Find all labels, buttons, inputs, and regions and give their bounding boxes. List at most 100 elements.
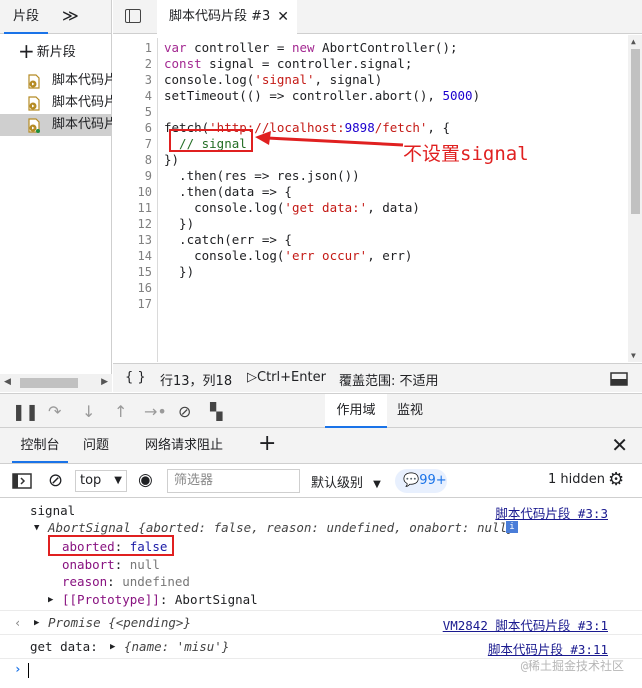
annotation-box-signal bbox=[169, 129, 253, 152]
expand-triangle-icon[interactable]: ▶ bbox=[34, 618, 39, 628]
step-icon[interactable]: →• bbox=[144, 402, 167, 421]
editor-vscrollbar[interactable]: ▲ ▼ bbox=[628, 35, 642, 362]
new-snippet-button[interactable]: + 新片段 bbox=[18, 40, 76, 62]
close-tab-icon[interactable]: ✕ bbox=[277, 0, 289, 34]
scroll-up-icon[interactable]: ▲ bbox=[631, 37, 636, 46]
tab-console[interactable]: 控制台 bbox=[12, 428, 68, 463]
context-value: top bbox=[80, 473, 102, 488]
code-line: setTimeout(() => controller.abort(), 500… bbox=[164, 88, 481, 103]
log-text: signal bbox=[30, 503, 76, 518]
property-value: undefined bbox=[122, 574, 190, 589]
scroll-thumb[interactable] bbox=[631, 49, 640, 214]
line-number: 1 bbox=[144, 41, 152, 55]
snippets-tabbar: 片段 ≫ bbox=[0, 0, 111, 34]
scroll-down-icon[interactable]: ▼ bbox=[631, 351, 636, 360]
toggle-navigator-icon[interactable] bbox=[125, 9, 141, 23]
editor-status-bar: { } 行13，列18 ▷Ctrl+Enter 覆盖范围: 不适用 bbox=[113, 363, 642, 392]
issues-count: 99+ bbox=[419, 473, 447, 488]
log-levels-dropdown[interactable]: 默认级别 ▼ bbox=[311, 472, 381, 491]
snippets-hscrollbar[interactable]: ◀ ▶ bbox=[0, 374, 112, 392]
annotation-label: 不设置signal bbox=[403, 143, 529, 165]
drawer-tabbar: 控制台 问题 网络请求阻止 + ✕ bbox=[0, 428, 642, 464]
expand-triangle-icon[interactable]: ▶ bbox=[48, 595, 53, 605]
chevron-down-icon: ▼ bbox=[373, 479, 381, 490]
property-value: AbortSignal bbox=[174, 592, 258, 607]
close-drawer-button[interactable]: ✕ bbox=[611, 433, 628, 457]
line-number: 7 bbox=[144, 137, 152, 151]
watermark: @稀土掘金技术社区 bbox=[520, 659, 624, 673]
tab-snippets[interactable]: 片段 bbox=[4, 0, 48, 34]
tab-label: 脚本代码片段 #3 bbox=[169, 9, 271, 24]
divider bbox=[0, 610, 642, 611]
text-cursor bbox=[28, 663, 29, 678]
pause-icon[interactable]: ❚❚ bbox=[12, 402, 39, 421]
property-key: onabort bbox=[62, 557, 115, 572]
info-icon[interactable]: i bbox=[506, 521, 518, 533]
issues-badge[interactable]: 💬99+ bbox=[395, 469, 447, 493]
line-number: 8 bbox=[144, 153, 152, 167]
chevron-down-icon: ▼ bbox=[114, 475, 122, 486]
snippet-label: 脚本代码片 bbox=[52, 117, 112, 132]
annotation-arrow-icon bbox=[255, 131, 404, 147]
property-key: reason bbox=[62, 574, 108, 589]
line-number: 15 bbox=[137, 265, 152, 279]
console-output: signal 脚本代码片段 #3:3 ▼ AbortSignal {aborte… bbox=[0, 498, 642, 688]
prompt-chevron-icon: › bbox=[14, 661, 22, 676]
line-number: 14 bbox=[137, 249, 152, 263]
run-shortcut-label: Ctrl+Enter bbox=[257, 370, 326, 385]
code-line: var controller = new AbortController(); bbox=[164, 40, 458, 55]
snippet-item-2[interactable]: 脚本代码片 bbox=[0, 92, 112, 114]
scroll-left-icon[interactable]: ◀ bbox=[4, 377, 11, 387]
cursor-position: 行13，列18 bbox=[160, 374, 233, 389]
line-number: 5 bbox=[144, 105, 152, 119]
tab-network-request-blocking[interactable]: 网络请求阻止 bbox=[145, 428, 223, 463]
annotation-box-aborted bbox=[48, 535, 174, 556]
log-levels-label: 默认级别 bbox=[311, 476, 364, 491]
run-icon: ▷ bbox=[247, 370, 257, 385]
property: onabort: null bbox=[62, 557, 160, 572]
step-into-icon[interactable]: ↓ bbox=[82, 402, 95, 421]
more-tabs-button[interactable]: ≫ bbox=[62, 6, 79, 25]
code-line: }) bbox=[164, 264, 195, 279]
plus-icon: + bbox=[18, 39, 35, 63]
code-line: }) bbox=[164, 152, 180, 167]
step-over-icon[interactable]: ↷ bbox=[48, 402, 61, 421]
line-number: 3 bbox=[144, 73, 152, 87]
tab-scope[interactable]: 作用域 bbox=[325, 394, 387, 428]
step-out-icon[interactable]: ↑ bbox=[114, 402, 127, 421]
source-link[interactable]: 脚本代码片段 #3:11 bbox=[488, 639, 608, 658]
expand-triangle-icon[interactable]: ▼ bbox=[34, 523, 39, 533]
code-editor[interactable]: 1 2 3 4 5 6 7 8 9 10 11 12 13 14 15 16 1… bbox=[113, 35, 642, 362]
return-arrow-icon: ‹ bbox=[14, 615, 22, 630]
console-settings-gear-icon[interactable]: ⚙ bbox=[608, 469, 624, 490]
line-number: 16 bbox=[137, 281, 152, 295]
pause-on-exceptions-icon[interactable]: ▚ bbox=[210, 402, 222, 421]
sidebar-toggle-icon[interactable] bbox=[12, 473, 32, 493]
scroll-thumb[interactable] bbox=[20, 378, 78, 388]
pretty-print-button[interactable]: { } bbox=[125, 370, 146, 385]
live-expression-eye-icon[interactable]: ◉ bbox=[138, 470, 153, 490]
snippet-item-3[interactable]: 脚本代码片 bbox=[0, 114, 112, 136]
snippet-label: 脚本代码片 bbox=[52, 95, 112, 110]
filter-input[interactable]: 筛选器 bbox=[167, 469, 300, 493]
tab-watch[interactable]: 监视 bbox=[397, 394, 423, 428]
object-preview: {name: 'misu'} bbox=[124, 639, 230, 654]
source-link[interactable]: VM2842 脚本代码片段 #3:1 bbox=[443, 615, 608, 634]
log-text: get data: bbox=[30, 639, 98, 654]
line-number: 9 bbox=[144, 169, 152, 183]
snippet-item-1[interactable]: 脚本代码片 bbox=[0, 70, 112, 92]
run-snippet-button[interactable]: ▷Ctrl+Enter bbox=[247, 370, 326, 385]
add-tab-button[interactable]: + bbox=[258, 431, 276, 456]
hidden-count: 1 hidden bbox=[548, 472, 605, 487]
clear-console-icon[interactable]: ⊘ bbox=[48, 470, 63, 491]
context-select[interactable]: top ▼ bbox=[75, 470, 127, 492]
property: reason: undefined bbox=[62, 574, 190, 589]
new-snippet-label: 新片段 bbox=[36, 45, 76, 60]
coverage-status: 覆盖范围: 不适用 bbox=[339, 374, 439, 389]
tab-issues[interactable]: 问题 bbox=[83, 428, 109, 463]
scroll-right-icon[interactable]: ▶ bbox=[101, 377, 108, 387]
tab-snippet-3[interactable]: 脚本代码片段 #3 ✕ bbox=[157, 0, 297, 34]
expand-triangle-icon[interactable]: ▶ bbox=[110, 642, 115, 652]
drawer-toggle-icon[interactable] bbox=[610, 372, 628, 390]
deactivate-breakpoints-icon[interactable]: ⊘ bbox=[178, 402, 191, 421]
